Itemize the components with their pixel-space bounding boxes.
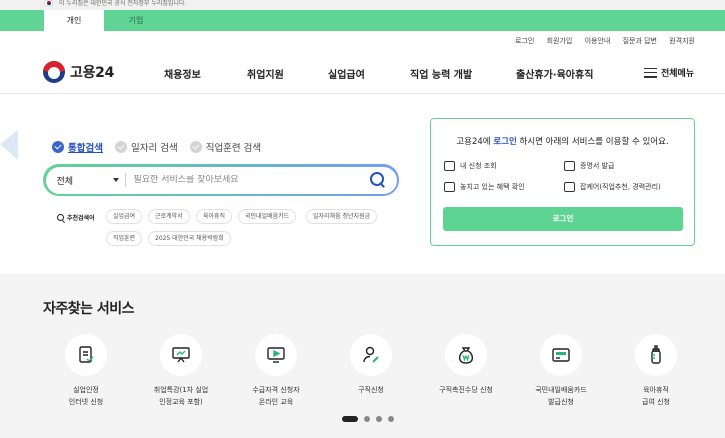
certificate-icon xyxy=(564,161,575,171)
service-employment-lecture[interactable]: 취업특강(1차 실업 인정교육 포함) xyxy=(141,334,221,408)
user-type-tabbar: 개인 기업 xyxy=(0,10,725,31)
all-menu-label: 전체메뉴 xyxy=(661,69,695,79)
util-remote-link[interactable]: 원격지원 xyxy=(669,37,695,45)
check-circle-icon xyxy=(52,141,64,153)
header-divider xyxy=(0,93,725,94)
brand-name: 고용24 xyxy=(70,65,115,81)
search-box: 전체 xyxy=(43,164,399,196)
gnb-jobs[interactable]: 채용정보 xyxy=(164,66,201,81)
pagination-dot-2[interactable] xyxy=(364,416,370,422)
search-tab-jobs[interactable]: 일자리 검색 xyxy=(114,140,178,154)
card-item-my-applications[interactable]: 내 신청 조회 xyxy=(444,161,497,171)
keyword-chip[interactable]: 2025 대한민국 채용박람회 xyxy=(148,231,231,246)
search-tab-training[interactable]: 직업훈련 검색 xyxy=(189,140,261,154)
login-button[interactable]: 로그인 xyxy=(443,207,683,231)
search-category-value: 전체 xyxy=(56,176,74,187)
search-category-select[interactable]: 전체 xyxy=(46,173,126,187)
jobcare-icon xyxy=(564,182,575,192)
keyword-chip[interactable]: 육아휴직 xyxy=(196,209,233,224)
monitor-play-icon xyxy=(267,347,285,363)
gnb-parental-leave[interactable]: 출산휴가·육아휴직 xyxy=(516,66,593,81)
lecture-board-icon xyxy=(172,347,190,363)
paper-plane-decoration-icon xyxy=(0,130,18,160)
login-benefits-card: 고용24에 로그인 하시면 아래의 서비스를 이용할 수 있어요. 내 신청 조… xyxy=(430,118,695,246)
brand-logo[interactable]: 고용24 xyxy=(43,61,114,83)
util-signup-link[interactable]: 회원가입 xyxy=(547,37,573,45)
all-menu-button[interactable]: 전체메뉴 xyxy=(644,66,694,79)
taegeuk-logo-icon xyxy=(43,61,65,83)
card-item-missed-benefits[interactable]: 놓치고 있는 혜택 확인 xyxy=(444,182,525,192)
person-edit-icon xyxy=(363,346,379,363)
search-tab-integrated[interactable]: 통합검색 xyxy=(52,140,103,154)
util-login-link[interactable]: 로그인 xyxy=(515,37,534,45)
page: 이 누리집은 대한민국 공식 전자정부 누리집입니다. 개인 기업 로그인 회원… xyxy=(0,0,725,438)
list-icon xyxy=(444,161,455,171)
pagination-dot-4[interactable] xyxy=(388,416,394,422)
section-title: 자주찾는 서비스 xyxy=(43,301,135,317)
pagination-dot-1[interactable] xyxy=(342,416,358,422)
card-icon xyxy=(552,348,570,362)
service-training-card[interactable]: 국민내일배움카드 발급신청 xyxy=(521,334,601,408)
card-item-jobcare[interactable]: 잡케어(직업추천, 경력관리) xyxy=(564,182,661,192)
search-input[interactable] xyxy=(125,175,369,185)
search-doc-icon xyxy=(444,182,455,192)
gov-banner: 이 누리집은 대한민국 공식 전자정부 누리집입니다. xyxy=(0,0,725,10)
keyword-chip[interactable]: 국민내일배움카드 xyxy=(238,209,297,224)
tab-personal[interactable]: 개인 xyxy=(44,10,104,31)
util-qna-link[interactable]: 질문과 답변 xyxy=(623,37,657,45)
document-check-icon xyxy=(79,346,94,363)
money-bag-icon xyxy=(458,347,474,364)
service-job-promotion-allowance[interactable]: 구직촉진수당 신청 xyxy=(426,334,506,396)
gnb-vocational-training[interactable]: 직업 능력 개발 xyxy=(410,66,472,81)
gnb-unemployment-benefit[interactable]: 실업급여 xyxy=(328,66,365,81)
korea-flag-icon xyxy=(44,0,53,6)
recommended-label: 추천검색어 xyxy=(57,213,95,222)
keyword-chip[interactable]: 근로계약서 xyxy=(148,209,190,224)
keyword-chip[interactable]: 직업훈련 xyxy=(106,231,143,246)
service-job-application[interactable]: 구직신청 xyxy=(331,334,411,396)
gov-banner-text: 이 누리집은 대한민국 공식 전자정부 누리집입니다. xyxy=(59,0,187,7)
service-parental-leave-benefit[interactable]: 육아휴직 급여 신청 xyxy=(616,334,696,408)
util-guide-link[interactable]: 이용안내 xyxy=(585,37,611,45)
service-unemployment-recognition[interactable]: 실업인정 인터넷 신청 xyxy=(46,334,126,408)
login-card-title: 고용24에 로그인 하시면 아래의 서비스를 이용할 수 있어요. xyxy=(456,137,669,147)
login-card-link[interactable]: 로그인 xyxy=(493,137,516,147)
frequent-services-section: 자주찾는 서비스 실업인정 인터넷 신청 취업특강(1차 실업 인정교육 포함)… xyxy=(0,274,725,438)
keyword-chip[interactable]: 실업급여 xyxy=(106,209,143,224)
carousel-pagination xyxy=(342,416,400,422)
search-small-icon xyxy=(57,214,64,221)
check-circle-icon xyxy=(189,141,202,153)
baby-bottle-icon xyxy=(651,345,661,364)
pagination-dot-3[interactable] xyxy=(376,416,382,422)
utility-links: 로그인 회원가입 이용안내 질문과 답변 원격지원 xyxy=(505,36,695,46)
hamburger-icon xyxy=(644,67,657,78)
chevron-down-icon xyxy=(112,178,119,182)
keyword-chip[interactable]: 일자리채움 청년지원금 xyxy=(306,209,378,224)
search-type-tabs: 통합검색 일자리 검색 직업훈련 검색 xyxy=(52,140,273,154)
search-icon[interactable] xyxy=(369,171,387,189)
service-online-education[interactable]: 수급자격 신청자 온라인 교육 xyxy=(236,334,316,408)
tab-company[interactable]: 기업 xyxy=(106,10,166,31)
check-circle-icon xyxy=(114,141,127,153)
gnb-employment-support[interactable]: 취업지원 xyxy=(247,66,284,81)
card-item-certificates[interactable]: 증명서 발급 xyxy=(564,161,614,171)
